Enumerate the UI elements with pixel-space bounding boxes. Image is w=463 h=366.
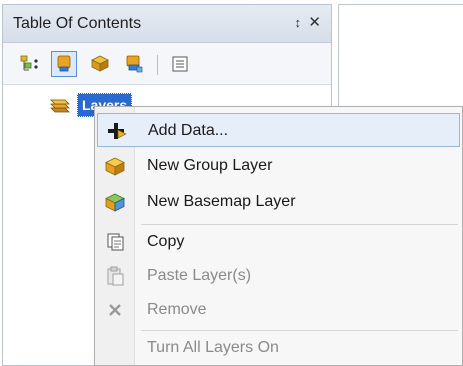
menu-item-label: Add Data... — [148, 122, 229, 139]
group-layer-icon — [103, 155, 127, 177]
menu-item-new-group-layer[interactable]: New Group Layer — [97, 149, 460, 183]
menu-item-label: Remove — [147, 301, 207, 318]
list-by-drawing-order-button[interactable] — [17, 51, 43, 77]
toc-options-button[interactable] — [167, 51, 193, 77]
options-icon — [172, 56, 188, 72]
toc-title: Table Of Contents — [13, 15, 142, 32]
remove-icon — [103, 299, 127, 321]
menu-item-remove[interactable]: Remove — [97, 293, 460, 327]
list-by-visibility-icon — [91, 55, 109, 72]
copy-icon — [103, 231, 127, 253]
list-by-selection-icon — [126, 55, 143, 73]
list-by-visibility-button[interactable] — [87, 51, 113, 77]
menu-item-label: Paste Layer(s) — [147, 267, 252, 284]
menu-item-new-basemap-layer[interactable]: New Basemap Layer — [97, 185, 460, 219]
menu-item-label: Turn All Layers On — [147, 339, 279, 356]
list-by-source-button[interactable] — [51, 51, 77, 77]
layers-context-menu: Add Data... New Group Layer New Basemap … — [94, 106, 463, 366]
menu-item-label: New Group Layer — [147, 157, 273, 174]
menu-item-add-data[interactable]: Add Data... — [97, 113, 460, 147]
layers-stack-icon — [50, 99, 70, 113]
menu-item-paste-layers[interactable]: Paste Layer(s) — [97, 259, 460, 293]
list-by-selection-button[interactable] — [121, 51, 147, 77]
basemap-layer-icon — [103, 191, 127, 213]
list-by-source-icon — [57, 55, 71, 72]
menu-item-label: New Basemap Layer — [147, 193, 296, 210]
paste-icon — [103, 265, 127, 287]
toc-toolbar — [3, 43, 331, 85]
auto-hide-pin-icon[interactable]: ↕ — [295, 15, 302, 30]
list-by-drawing-order-icon — [20, 55, 38, 71]
toc-title-bar[interactable]: Table Of Contents ↕ ✕ — [3, 5, 331, 43]
menu-item-copy[interactable]: Copy — [97, 225, 460, 259]
menu-item-label: Copy — [147, 233, 185, 250]
close-icon[interactable]: ✕ — [308, 13, 321, 31]
menu-item-turn-all-layers-on[interactable]: Turn All Layers On — [97, 331, 460, 365]
add-data-icon — [104, 120, 128, 142]
toolbar-separator — [157, 55, 158, 75]
